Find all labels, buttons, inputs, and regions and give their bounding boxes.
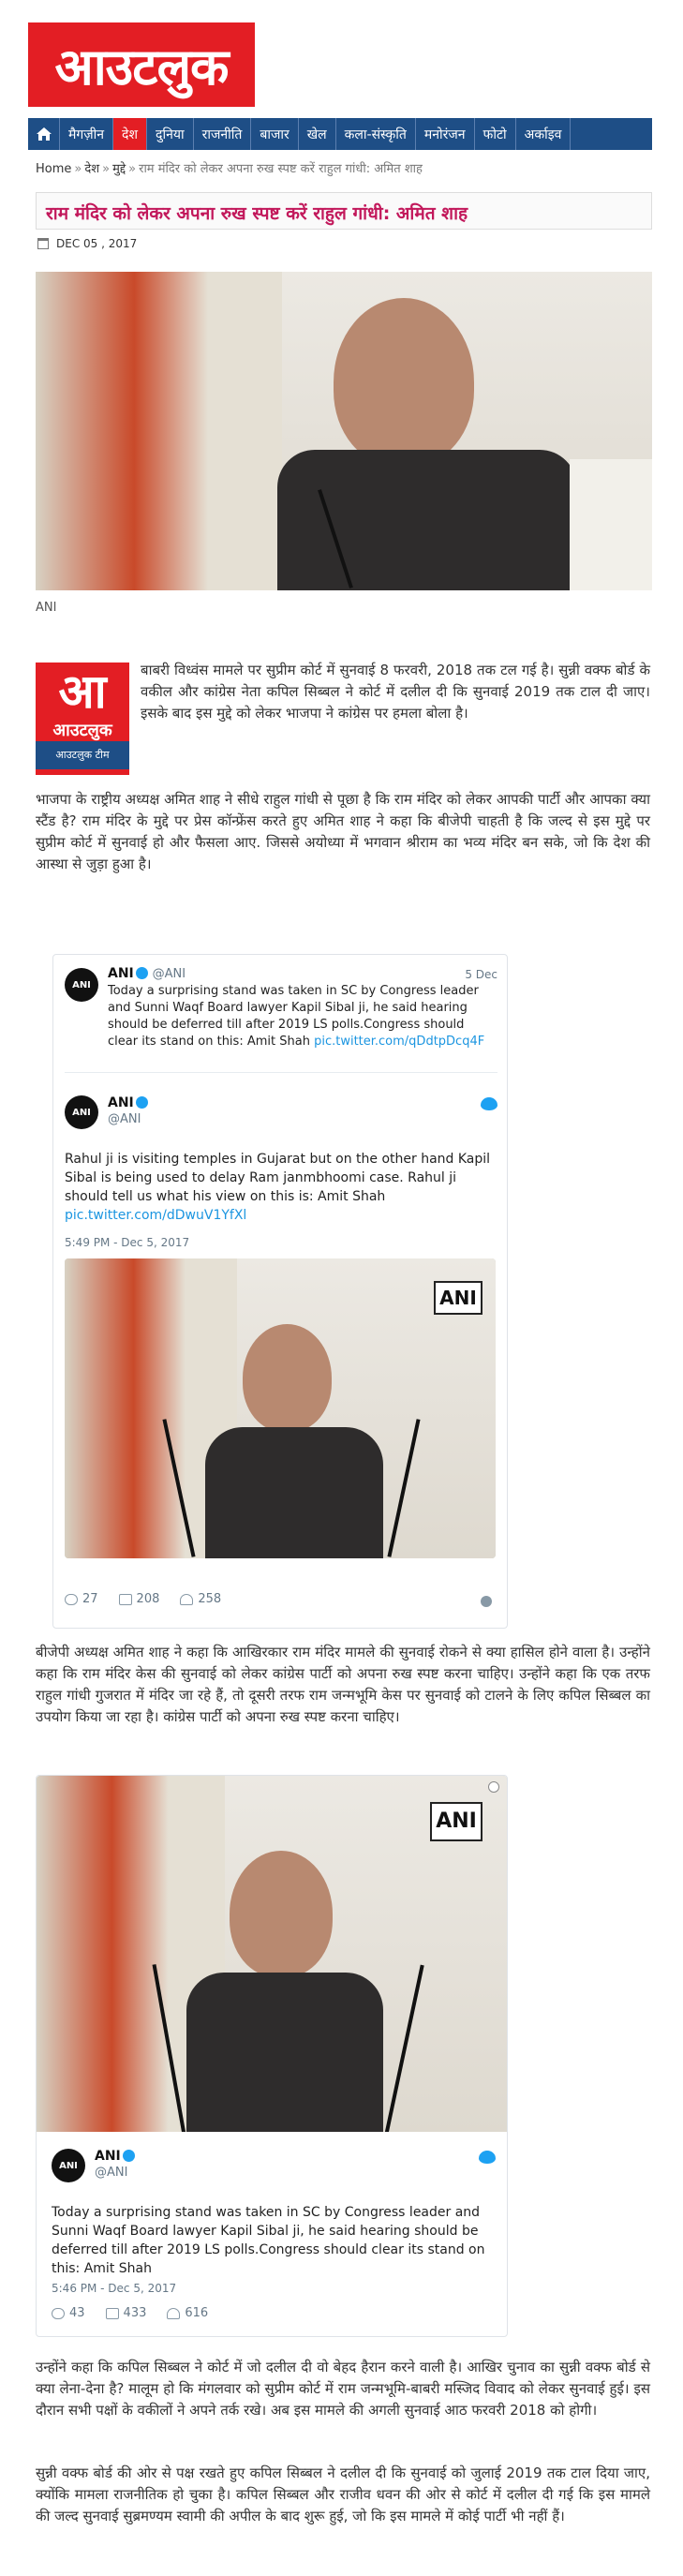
nav-item-duniya[interactable]: दुनिया	[147, 118, 194, 150]
nav-item-kala-sanskriti[interactable]: कला-संस्कृति	[336, 118, 416, 150]
article-paragraph-5: सुन्नी वक्फ बोर्ड की ओर से पक्ष रखते हुए…	[36, 2464, 650, 2524]
avatar[interactable]: ANI	[52, 2149, 85, 2182]
article-title-box: राम मंदिर को लेकर अपना रुख स्पष्ट करें र…	[36, 192, 652, 230]
tweet2-image[interactable]: ANI	[37, 1776, 507, 2132]
verified-icon	[135, 967, 148, 979]
tweet2-name: ANI	[95, 2149, 121, 2164]
like-count: 258	[198, 1592, 222, 1606]
image-caption: ANI	[36, 601, 57, 615]
tweet1-time[interactable]: 5:49 PM - Dec 5, 2017	[65, 1236, 189, 1249]
avatar[interactable]: ANI	[65, 968, 98, 1002]
article-main-image	[36, 272, 652, 590]
retweet-button[interactable]: 433	[105, 2306, 147, 2320]
tweet1-actions: 27 208 258	[65, 1592, 221, 1606]
author-badge-team: आउटलुक टीम	[36, 741, 129, 769]
retweet-count: 208	[136, 1592, 160, 1606]
article-paragraph-2: भाजपा के राष्ट्रीय अध्यक्ष अमित शाह ने स…	[36, 791, 650, 872]
retweet-count: 433	[123, 2306, 147, 2320]
avatar[interactable]: ANI	[65, 1095, 98, 1129]
breadcrumb-separator: »	[74, 162, 82, 176]
tweet1-image[interactable]: ANI	[65, 1258, 496, 1558]
tweet1-link[interactable]: pic.twitter.com/dDwuV1YfXl	[65, 1208, 246, 1223]
article-paragraph-4: उन्होंने कहा कि कपिल सिब्बल ने कोर्ट में…	[36, 2359, 650, 2419]
retweet-icon	[105, 2307, 119, 2319]
tweet2-time[interactable]: 5:46 PM - Dec 5, 2017	[52, 2282, 176, 2295]
like-button[interactable]: 258	[180, 1592, 221, 1606]
quoted-tweet[interactable]: ANI ANI @ANI 5 Dec Today a surprising st…	[65, 962, 497, 1073]
tweet1-text: Rahul ji is visiting temples in Gujarat …	[65, 1152, 491, 1204]
nav-item-desh[interactable]: देश	[113, 118, 148, 150]
reply-icon	[65, 1593, 78, 1605]
nav-item-manoranjan[interactable]: मनोरंजन	[416, 118, 475, 150]
info-icon[interactable]	[481, 1596, 492, 1607]
author-badge-letter: आ	[58, 663, 107, 719]
quoted-tweet-date: 5 Dec	[465, 968, 497, 981]
quoted-tweet-link[interactable]: pic.twitter.com/qDdtpDcq4F	[314, 1035, 484, 1049]
like-button[interactable]: 616	[167, 2306, 208, 2320]
like-count: 616	[185, 2306, 209, 2320]
tweet1-handle: @ANI	[108, 1112, 141, 1126]
retweet-button[interactable]: 208	[118, 1592, 160, 1606]
site-logo[interactable]: आउटलुक	[28, 22, 255, 107]
article-paragraph-3: बीजेपी अध्यक्ष अमित शाह ने कहा कि आखिरका…	[36, 1644, 650, 1725]
verified-icon	[135, 1096, 148, 1109]
heart-icon	[180, 1593, 194, 1605]
retweet-icon	[118, 1593, 132, 1605]
article-paragraph-1: बाबरी विध्वंस मामले पर सुप्रीम कोर्ट में…	[141, 662, 650, 722]
reply-count: 43	[69, 2306, 85, 2320]
breadcrumb-home[interactable]: Home	[36, 162, 71, 176]
reply-button[interactable]: 43	[52, 2306, 85, 2320]
quoted-tweet-name: ANI	[108, 966, 134, 981]
tweet2-handle: @ANI	[95, 2166, 128, 2180]
ani-watermark: ANI	[434, 1281, 483, 1315]
ani-watermark: ANI	[430, 1802, 483, 1841]
reply-button[interactable]: 27	[65, 1592, 98, 1606]
article-date: DEC 05 , 2017	[37, 237, 137, 250]
heart-icon	[167, 2307, 181, 2319]
reply-count: 27	[82, 1592, 98, 1606]
nav-item-magazine[interactable]: मैगज़ीन	[60, 118, 114, 150]
nav-item-khel[interactable]: खेल	[299, 118, 336, 150]
site-logo-text: आउटलुक	[54, 37, 229, 97]
reply-icon	[52, 2307, 65, 2319]
author-badge: आ आउटलुक आउटलुक टीम	[36, 663, 129, 775]
tweet2-text: Today a surprising stand was taken in SC…	[52, 2205, 485, 2276]
breadcrumb: Home» देश» मुद्दे» राम मंदिर को लेकर अपना र…	[36, 159, 423, 176]
nav-item-photo[interactable]: फोटो	[475, 118, 516, 150]
breadcrumb-current: राम मंदिर को लेकर अपना रुख स्पष्ट करें र…	[139, 162, 423, 176]
article-date-text: DEC 05 , 2017	[56, 237, 138, 250]
info-icon[interactable]	[488, 1781, 499, 1793]
tweet2-actions: 43 433 616	[52, 2306, 208, 2320]
breadcrumb-separator: »	[128, 162, 137, 176]
tweet1-name: ANI	[108, 1095, 134, 1110]
nav-item-archive[interactable]: अर्काइव	[516, 118, 572, 150]
quoted-tweet-handle: @ANI	[152, 967, 186, 981]
nav-item-rajniti[interactable]: राजनीति	[194, 118, 252, 150]
page-title: राम मंदिर को लेकर अपना रुख स्पष्ट करें र…	[46, 203, 468, 224]
author-badge-brand: आउटलुक	[52, 721, 112, 740]
embedded-tweet-1[interactable]: ANI ANI @ANI 5 Dec Today a surprising st…	[52, 954, 508, 1629]
calendar-icon	[37, 238, 49, 249]
main-nav: मैगज़ीन देश दुनिया राजनीति बाजार खेल कला…	[28, 118, 652, 150]
nav-item-bazaar[interactable]: बाजार	[251, 118, 299, 150]
breadcrumb-separator: »	[102, 162, 111, 176]
home-icon[interactable]	[28, 118, 60, 150]
twitter-bird-icon[interactable]	[481, 1097, 497, 1110]
twitter-bird-icon[interactable]	[479, 2151, 496, 2164]
breadcrumb-section[interactable]: देश	[84, 162, 99, 176]
breadcrumb-sub[interactable]: मुद्दे	[112, 162, 126, 176]
verified-icon	[122, 2150, 135, 2162]
embedded-tweet-2[interactable]: ANI ANI ANI @ANI Today a surprising stan…	[36, 1775, 508, 2337]
